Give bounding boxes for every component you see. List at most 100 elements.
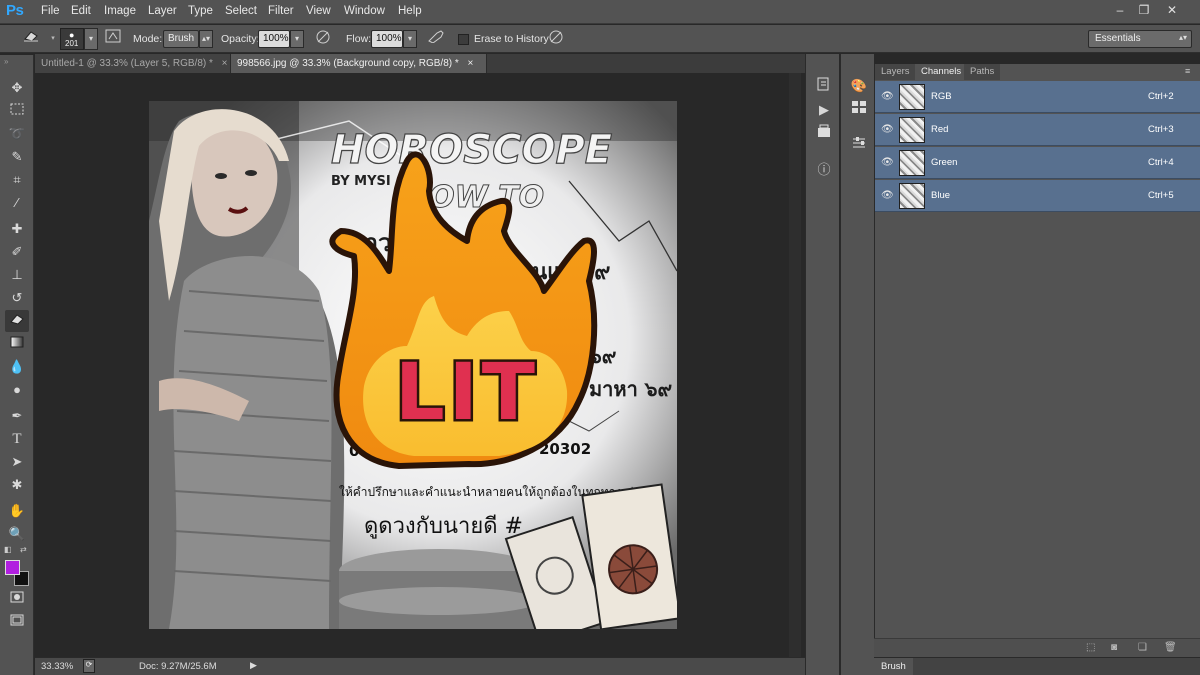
options-bar: ▾ ● 201 ▾ Mode: Brush ▴▾ Opacity: 100% ▾… xyxy=(0,25,1200,53)
history-brush-tool-icon[interactable]: ↺ xyxy=(5,287,29,309)
dodge-tool-icon[interactable]: ● xyxy=(5,379,29,401)
channel-row-green[interactable]: 👁 Green Ctrl+4 xyxy=(875,147,1200,179)
tab-label: 998566.jpg @ 33.3% (Background copy, RGB… xyxy=(237,58,459,69)
tab-brush[interactable]: Brush xyxy=(874,658,913,675)
visibility-eye-icon[interactable]: 👁 xyxy=(881,157,894,168)
zoom-tool-icon[interactable]: 🔍 xyxy=(5,523,29,545)
delete-channel-icon[interactable]: 🗑 xyxy=(1164,642,1177,653)
menu-edit[interactable]: Edit xyxy=(71,5,91,17)
channel-name: Red xyxy=(931,124,949,135)
menu-filter[interactable]: Filter xyxy=(268,5,294,17)
collapse-toolbar-icon[interactable]: » xyxy=(4,57,8,66)
flow-dropdown-icon[interactable]: ▾ xyxy=(403,30,417,48)
erase-to-history-checkbox[interactable] xyxy=(458,34,469,45)
menu-file[interactable]: File xyxy=(41,5,60,17)
new-channel-icon[interactable]: ❏ xyxy=(1138,642,1147,653)
brush-tool-icon[interactable]: ✐ xyxy=(5,241,29,263)
actions-panel-icon[interactable]: ▶ xyxy=(814,100,834,120)
close-tab-icon[interactable]: × xyxy=(222,58,228,69)
tool-preset-dropdown-icon[interactable]: ▾ xyxy=(46,29,60,49)
brush-panel-tab-bar: Brush xyxy=(874,657,1200,675)
swatches-panel-icon[interactable] xyxy=(849,100,869,120)
quick-mask-icon[interactable] xyxy=(5,588,29,610)
menu-type[interactable]: Type xyxy=(188,5,213,17)
tab-998566[interactable]: 998566.jpg @ 33.3% (Background copy, RGB… xyxy=(231,54,487,73)
restore-button[interactable]: ❐ xyxy=(1134,3,1154,17)
gradient-tool-icon[interactable] xyxy=(5,333,29,355)
brush-dropdown-icon[interactable]: ▾ xyxy=(84,28,98,50)
close-button[interactable]: ✕ xyxy=(1162,3,1182,17)
pen-tool-icon[interactable]: ✒ xyxy=(5,405,29,427)
default-colors-icon[interactable]: ◧ xyxy=(4,545,12,554)
path-selection-tool-icon[interactable]: ➤ xyxy=(5,451,29,473)
photoshop-logo: Ps xyxy=(6,2,24,19)
visibility-eye-icon[interactable]: 👁 xyxy=(881,91,894,102)
zoom-level[interactable]: 33.33% xyxy=(41,661,73,672)
eraser-tool-icon[interactable] xyxy=(5,310,29,332)
load-selection-icon[interactable]: ⬚ xyxy=(1086,642,1095,653)
document-canvas[interactable]: HOROSCOPE BY MYSI HOW TO ดาวคู่ งานและ ๙… xyxy=(149,101,677,629)
brush-panel-toggle-icon[interactable] xyxy=(102,29,124,49)
mode-dropdown-icon[interactable]: ▴▾ xyxy=(199,30,213,48)
lasso-tool-icon[interactable]: ➰ xyxy=(5,123,29,145)
collapsed-panel-strip-2: 🎨 xyxy=(840,54,874,675)
tab-paths[interactable]: Paths xyxy=(964,64,1001,80)
tab-layers[interactable]: Layers xyxy=(875,64,916,80)
color-panel-icon[interactable]: 🎨 xyxy=(849,76,869,96)
tab-channels[interactable]: Channels xyxy=(915,64,968,80)
visibility-eye-icon[interactable]: 👁 xyxy=(881,124,894,135)
pressure-size-icon[interactable] xyxy=(545,29,567,49)
opacity-dropdown-icon[interactable]: ▾ xyxy=(290,30,304,48)
swap-colors-icon[interactable]: ⇄ xyxy=(20,545,27,554)
erase-to-history-label: Erase to History xyxy=(474,33,549,45)
crop-tool-icon[interactable]: ⌗ xyxy=(5,169,29,191)
save-selection-icon[interactable]: ◙ xyxy=(1111,642,1117,653)
minimize-button[interactable]: – xyxy=(1110,3,1130,17)
eyedropper-tool-icon[interactable]: ⁄ xyxy=(5,192,29,214)
channel-row-red[interactable]: 👁 Red Ctrl+3 xyxy=(875,114,1200,146)
pressure-opacity-icon[interactable] xyxy=(312,29,334,49)
channel-thumbnail xyxy=(899,117,925,143)
lit-sticker-text: LIT xyxy=(395,348,539,438)
vertical-scrollbar[interactable] xyxy=(789,73,801,657)
visibility-eye-icon[interactable]: 👁 xyxy=(881,190,894,201)
channel-row-rgb[interactable]: 👁 RGB Ctrl+2 xyxy=(875,81,1200,113)
adjustments-panel-icon[interactable] xyxy=(849,136,869,156)
eraser-tool-preset-icon[interactable] xyxy=(20,29,42,49)
flow-input[interactable]: 100% xyxy=(371,30,403,48)
status-menu-arrow-icon[interactable]: ▶ xyxy=(250,660,257,671)
history-panel-icon[interactable] xyxy=(814,76,834,96)
marquee-tool-icon[interactable] xyxy=(5,100,29,122)
close-tab-icon[interactable]: × xyxy=(468,58,474,69)
move-tool-icon[interactable]: ✥ xyxy=(5,77,29,99)
mode-select[interactable]: Brush xyxy=(163,30,199,48)
collapsed-panel-strip-1: ▶ ⓘ xyxy=(805,54,839,675)
menu-select[interactable]: Select xyxy=(225,5,257,17)
brush-preset-picker[interactable]: ● 201 xyxy=(60,28,84,50)
panel-menu-icon[interactable]: ≡ xyxy=(1185,66,1190,76)
workspace-dropdown-icon[interactable]: ▴▾ xyxy=(1179,33,1187,42)
menu-window[interactable]: Window xyxy=(344,5,385,17)
info-panel-icon[interactable]: ⓘ xyxy=(814,160,834,180)
layer-comps-icon[interactable] xyxy=(814,124,834,144)
menu-help[interactable]: Help xyxy=(398,5,422,17)
foreground-color-swatch[interactable] xyxy=(5,560,20,575)
tab-untitled-1[interactable]: Untitled-1 @ 33.3% (Layer 5, RGB/8) * × xyxy=(35,54,231,73)
airbrush-icon[interactable] xyxy=(425,29,447,49)
screen-mode-icon[interactable] xyxy=(5,611,29,633)
opacity-input[interactable]: 100% xyxy=(258,30,290,48)
menu-image[interactable]: Image xyxy=(104,5,136,17)
healing-brush-tool-icon[interactable]: ✚ xyxy=(5,218,29,240)
workspace-switcher[interactable]: Essentials xyxy=(1088,30,1192,48)
type-tool-icon[interactable]: T xyxy=(5,428,29,450)
hand-tool-icon[interactable]: ✋ xyxy=(5,500,29,522)
document-tab-bar: Untitled-1 @ 33.3% (Layer 5, RGB/8) * × … xyxy=(35,54,805,73)
quick-selection-tool-icon[interactable]: ✎ xyxy=(5,146,29,168)
blur-tool-icon[interactable]: 💧 xyxy=(5,356,29,378)
menu-layer[interactable]: Layer xyxy=(148,5,177,17)
share-icon[interactable]: ⟳ xyxy=(83,659,95,673)
menu-view[interactable]: View xyxy=(306,5,331,17)
shape-tool-icon[interactable]: ✱ xyxy=(5,474,29,496)
clone-stamp-tool-icon[interactable]: ⊥ xyxy=(5,264,29,286)
channel-row-blue[interactable]: 👁 Blue Ctrl+5 xyxy=(875,180,1200,212)
